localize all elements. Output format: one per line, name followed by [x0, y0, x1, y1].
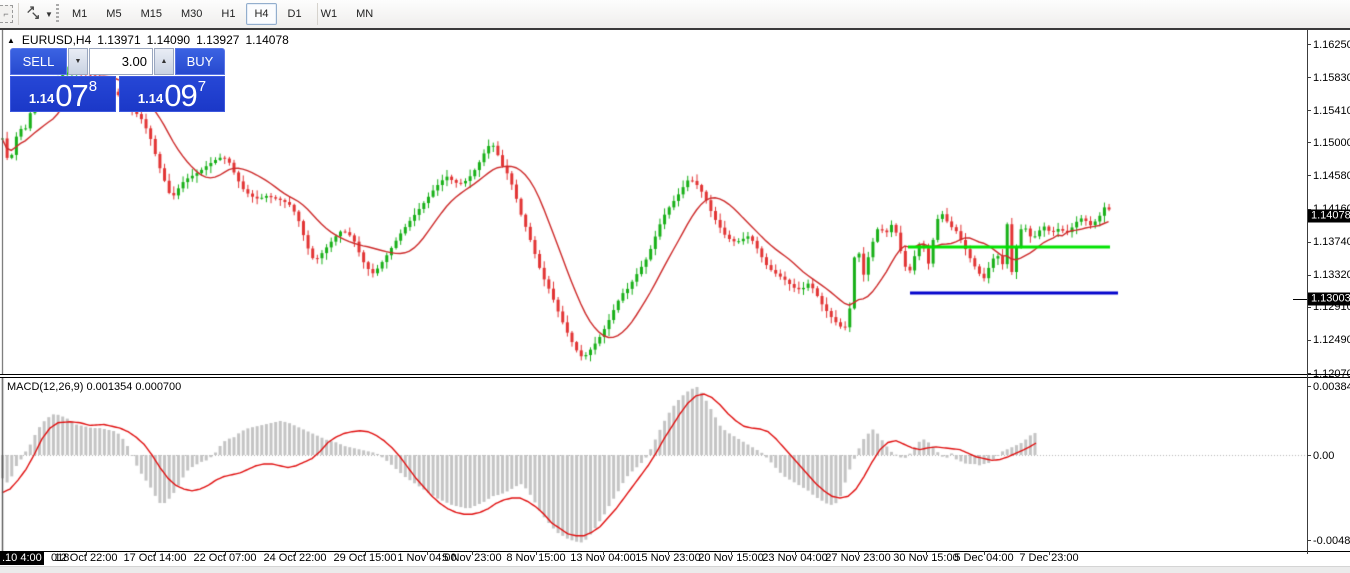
tf-button-D1[interactable]: D1 — [280, 3, 310, 25]
price-axis-label: 1.12490 — [1313, 334, 1350, 346]
time-axis-tick — [225, 551, 226, 555]
tf-button-H4[interactable]: H4 — [246, 3, 276, 25]
volume-increase-button[interactable]: ▲ — [154, 48, 174, 75]
toolbar: ⌐ ↗↘ ▼ M1M5M15M30H1H4D1W1MN — [0, 0, 1350, 29]
tf-button-M30[interactable]: M30 — [173, 3, 210, 25]
panel-separator-bottom[interactable] — [0, 377, 1350, 378]
price-axis-tick — [1307, 373, 1311, 374]
price-axis-label: 1.15410 — [1313, 105, 1350, 117]
price-axis-tick — [1307, 242, 1311, 243]
one-click-trade-panel: SELL ▼ 3.00 ▲ BUY 1.14 07 8 1.14 09 7 — [10, 48, 225, 112]
chart-title: ▲ EURUSD,H4 1.13971 1.14090 1.13927 1.14… — [7, 33, 289, 47]
crosshair-time-tag: .10 4:00 — [0, 552, 44, 565]
macd-axis-tick — [1307, 386, 1311, 387]
high-value: 1.14090 — [147, 33, 190, 47]
macd-axis-label: 0.003847 — [1313, 381, 1350, 393]
time-axis-tick — [295, 551, 296, 555]
price-axis-label: 1.13320 — [1313, 269, 1350, 281]
price-axis-label: 1.15830 — [1313, 72, 1350, 84]
toolbar-separator — [317, 3, 318, 25]
buy-button[interactable]: BUY — [175, 48, 225, 75]
macd-axis-label: -0.004856 — [1313, 535, 1350, 547]
buy-price-prefix: 1.14 — [138, 91, 163, 106]
buy-price-pip: 7 — [198, 78, 206, 95]
bottom-strip — [0, 566, 1350, 573]
trading-terminal: ⌐ ↗↘ ▼ M1M5M15M30H1H4D1W1MN ▲ EURUSD,H4 … — [0, 0, 1350, 573]
sell-quote-box[interactable]: 1.14 07 8 — [10, 76, 116, 112]
crosshair-price-dash — [1293, 299, 1307, 300]
macd-axis-tick — [1307, 540, 1311, 541]
time-axis-tick — [1049, 551, 1050, 555]
time-axis-tick — [365, 551, 366, 555]
time-axis-tick — [472, 551, 473, 555]
symbol-label: EURUSD,H4 — [22, 33, 91, 47]
sell-button[interactable]: SELL — [10, 48, 67, 75]
dropdown-caret-icon[interactable]: ▼ — [45, 4, 53, 24]
caret-down-icon: ▼ — [75, 58, 82, 65]
price-axis-tick — [1307, 142, 1311, 143]
clipped-toolbar-icon[interactable]: ⌐ — [0, 4, 13, 24]
sell-price-big: 07 — [55, 82, 87, 109]
panel-separator-top[interactable] — [0, 374, 1350, 375]
price-axis-label: 1.16250 — [1313, 39, 1350, 51]
macd-axis-tick — [1307, 455, 1311, 456]
tf-button-M5[interactable]: M5 — [98, 3, 129, 25]
price-tag: 1.13003 — [1308, 293, 1350, 306]
tf-button-M15[interactable]: M15 — [133, 3, 170, 25]
price-axis-tick — [1307, 307, 1311, 308]
time-axis-tick — [427, 551, 428, 555]
low-value: 1.13927 — [196, 33, 239, 47]
tf-button-M1[interactable]: M1 — [64, 3, 95, 25]
price-axis-tick — [1307, 275, 1311, 276]
clipped-toolbar-icon-box: ⌐ — [0, 5, 13, 23]
new-order-icon[interactable]: ↗↘ — [25, 4, 43, 24]
sell-price-pip: 8 — [89, 78, 97, 95]
price-axis-tick — [1307, 77, 1311, 78]
close-value: 1.14078 — [245, 33, 288, 47]
volume-input[interactable]: 3.00 — [89, 48, 153, 75]
price-axis-tick — [1307, 44, 1311, 45]
price-axis-label: 1.14580 — [1313, 170, 1350, 182]
time-axis-tick — [668, 551, 669, 555]
price-axis-tick — [1307, 340, 1311, 341]
sell-price-prefix: 1.14 — [29, 91, 54, 106]
time-axis-tick — [984, 551, 985, 555]
price-axis-label: 1.13740 — [1313, 236, 1350, 248]
toolbar-separator — [18, 3, 19, 25]
tf-button-H1[interactable]: H1 — [213, 3, 243, 25]
macd-indicator-label: MACD(12,26,9) 0.001354 0.000700 — [7, 381, 181, 393]
time-axis-tick — [155, 551, 156, 555]
buy-price-big: 09 — [164, 82, 196, 109]
open-value: 1.13971 — [97, 33, 140, 47]
price-axis-tick — [1307, 175, 1311, 176]
toolbar-grip[interactable] — [56, 4, 59, 24]
time-axis-tick — [858, 551, 859, 555]
up-arrow-icon: ▲ — [7, 36, 15, 45]
time-axis-tick — [795, 551, 796, 555]
price-axis-tick — [1307, 110, 1311, 111]
time-axis-tick — [86, 551, 87, 555]
buy-quote-box[interactable]: 1.14 09 7 — [119, 76, 225, 112]
caret-up-icon: ▲ — [161, 58, 168, 65]
price-axis-label: 1.15000 — [1313, 137, 1350, 149]
time-axis-tick — [731, 551, 732, 555]
volume-decrease-button[interactable]: ▼ — [68, 48, 88, 75]
price-tag: 1.14078 — [1308, 210, 1350, 223]
time-axis-tick — [536, 551, 537, 555]
price-axis-label: 1.12070 — [1313, 368, 1350, 380]
diagonal-arrows-icon: ↗↘ — [25, 5, 43, 23]
time-axis-tick — [603, 551, 604, 555]
tf-button-MN[interactable]: MN — [348, 3, 381, 25]
macd-axis-label: 0.00 — [1313, 450, 1334, 462]
macd-chart-canvas[interactable] — [0, 377, 1307, 551]
time-axis-tick — [926, 551, 927, 555]
timeframe-group: M1M5M15M30H1H4D1W1MN — [64, 2, 381, 26]
